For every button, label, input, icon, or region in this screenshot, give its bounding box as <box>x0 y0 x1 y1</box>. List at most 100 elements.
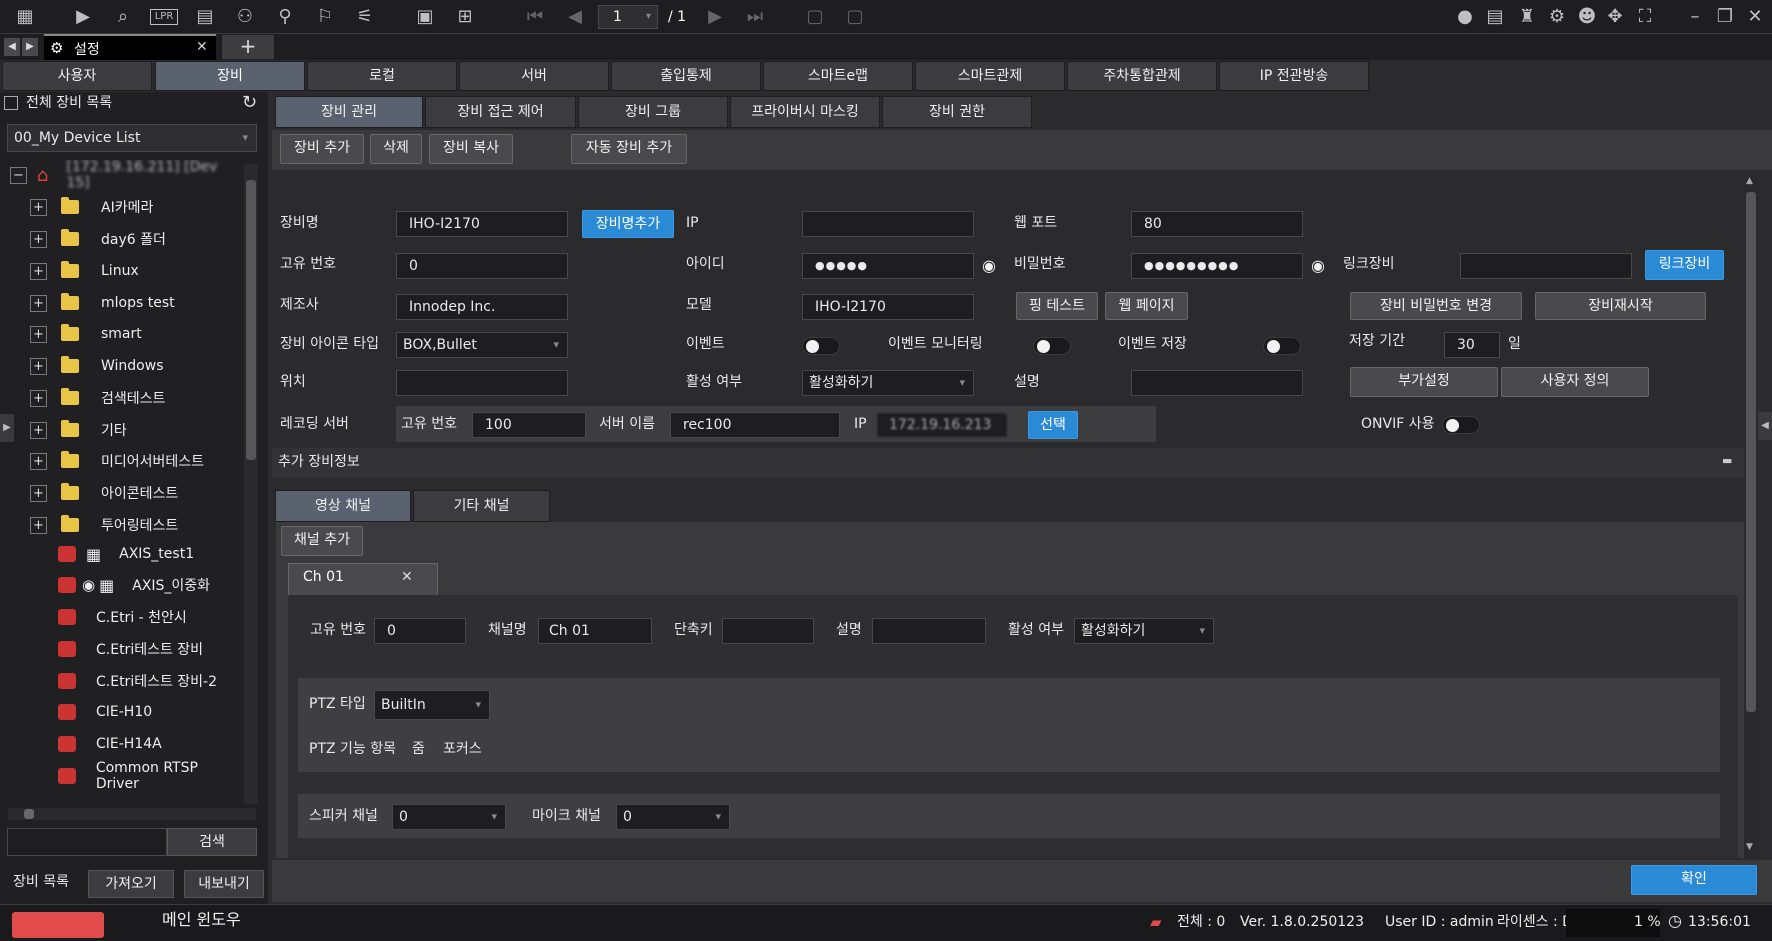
expand-icon[interactable]: + <box>30 325 47 343</box>
app-grid-icon[interactable]: ▦ <box>12 5 38 29</box>
copy-device-button[interactable]: 장비 복사 <box>429 134 513 164</box>
add-tab-button[interactable]: + <box>222 35 274 59</box>
device-name-input[interactable]: IHO-I2170 <box>396 211 568 237</box>
server-name-input[interactable]: rec100 <box>670 412 840 438</box>
event-save-toggle[interactable] <box>1263 337 1301 355</box>
broadcast-icon[interactable]: ⚟ <box>352 5 378 29</box>
ptz-type-select[interactable]: BuiltIn <box>374 690 490 720</box>
device-search-input[interactable] <box>7 828 167 856</box>
layout-icon[interactable]: ▣ <box>412 5 438 29</box>
next-page-icon[interactable]: ▶ <box>702 5 728 29</box>
collapse-right-panel-icon[interactable]: ◀ <box>1758 412 1772 440</box>
collapse-sidebar-icon[interactable]: ▶ <box>0 414 14 442</box>
sub-tab-0[interactable]: 장비 관리 <box>275 96 423 128</box>
chat-icon[interactable]: ● <box>1452 5 1478 29</box>
export-button[interactable]: 내보내기 <box>184 870 264 898</box>
ch-name-input[interactable]: Ch 01 <box>538 618 652 644</box>
ch-active-select[interactable]: 활성화하기 <box>1074 618 1214 644</box>
tree-scrollbar-thumb[interactable] <box>246 180 256 460</box>
ch-unique-input[interactable]: 0 <box>374 618 466 644</box>
minimize-icon[interactable]: – <box>1682 5 1708 29</box>
sub-tab-1[interactable]: 장비 접근 제어 <box>425 96 576 128</box>
rec-ip-input[interactable]: 172.19.16.213 <box>876 412 1008 438</box>
main-tab-5[interactable]: 스마트e맵 <box>763 61 913 91</box>
location-input[interactable] <box>396 370 568 396</box>
main-tab-2[interactable]: 로컬 <box>307 61 457 91</box>
change-password-button[interactable]: 장비 비밀번호 변경 <box>1350 292 1522 320</box>
expand-icon[interactable]: + <box>30 452 47 470</box>
tree-folder[interactable]: + 미디어서버테스트 <box>30 446 204 476</box>
playback-search-icon[interactable]: ⌕ <box>110 5 136 29</box>
show-id-eye-icon[interactable]: ◉ <box>978 255 1000 277</box>
tree-device[interactable]: C.Etri테스트 장비 <box>58 634 203 664</box>
expand-icon[interactable]: + <box>30 516 47 534</box>
tab-close-button[interactable]: ✕ <box>196 39 208 55</box>
tree-folder[interactable]: + 기타 <box>30 415 127 445</box>
tree-hscrollbar[interactable] <box>8 808 256 820</box>
ip-input[interactable] <box>802 211 974 237</box>
tree-device[interactable]: C.Etri테스트 장비-2 <box>58 666 217 696</box>
add-channel-button[interactable]: 채널 추가 <box>281 526 363 556</box>
schedule-icon[interactable]: ▤ <box>192 5 218 29</box>
main-tab-3[interactable]: 서버 <box>459 61 609 91</box>
scroll-down-icon[interactable]: ▼ <box>1746 842 1753 852</box>
unique-no-input[interactable]: 0 <box>396 253 568 279</box>
show-password-eye-icon[interactable]: ◉ <box>1307 255 1329 277</box>
main-tab-8[interactable]: IP 전관방송 <box>1219 61 1369 91</box>
tree-device[interactable]: ◉ ▦ AXIS_이중화 <box>58 570 210 600</box>
web-port-input[interactable]: 80 <box>1131 211 1303 237</box>
description-input[interactable] <box>1131 370 1303 396</box>
scroll-up-icon[interactable]: ▲ <box>1746 176 1753 186</box>
auto-add-device-button[interactable]: 자동 장비 추가 <box>571 134 687 164</box>
alert-indicator[interactable] <box>12 912 104 938</box>
device-list-select[interactable]: 00_My Device List <box>7 124 257 152</box>
sub-tab-2[interactable]: 장비 그룹 <box>578 96 728 128</box>
active-select[interactable]: 활성화하기 <box>802 370 974 396</box>
select-server-button[interactable]: 선택 <box>1028 411 1078 439</box>
add-screen-icon[interactable]: ⊞ <box>452 5 478 29</box>
link-device-button[interactable]: 링크장비 <box>1645 250 1724 280</box>
main-tab-4[interactable]: 출입통제 <box>611 61 761 91</box>
channel-tab-ch01[interactable]: Ch 01 ✕ <box>288 563 438 595</box>
expand-icon[interactable]: + <box>30 389 47 407</box>
all-devices-checkbox[interactable] <box>4 96 18 110</box>
confirm-button[interactable]: 확인 <box>1631 865 1757 895</box>
web-page-button[interactable]: 웹 페이지 <box>1105 292 1188 320</box>
search-button[interactable]: 검색 <box>167 828 257 856</box>
tree-device[interactable]: CIE-H10 <box>58 697 152 727</box>
content-scrollbar-thumb[interactable] <box>1746 192 1756 712</box>
id-input[interactable]: ●●●●● <box>802 253 974 279</box>
bike-icon[interactable]: ⚲ <box>272 5 298 29</box>
sub-tab-3[interactable]: 프라이버시 마스킹 <box>730 96 880 128</box>
tree-folder[interactable]: + 아이콘테스트 <box>30 478 178 508</box>
map-search-icon[interactable]: ⚐ <box>312 5 338 29</box>
sub-tab-4[interactable]: 장비 권한 <box>882 96 1032 128</box>
user-define-button[interactable]: 사용자 정의 <box>1501 367 1649 397</box>
close-icon[interactable]: ✕ <box>1742 5 1768 29</box>
fullscreen-icon[interactable]: ⛶ <box>1632 5 1658 29</box>
tree-device[interactable]: Common RTSP Driver <box>58 760 244 792</box>
tree-folder[interactable]: + AI카메라 <box>30 192 153 222</box>
extra-tab-0[interactable]: 영상 채널 <box>275 490 411 522</box>
expand-icon[interactable]: + <box>30 230 47 248</box>
expand-icon[interactable]: + <box>30 357 47 375</box>
icon-type-select[interactable]: BOX,Bullet <box>396 332 568 358</box>
device-name-add-button[interactable]: 장비명추가 <box>582 210 674 238</box>
expand-icon[interactable]: + <box>30 198 47 216</box>
expand-icon[interactable]: + <box>30 262 47 280</box>
manufacturer-input[interactable]: Innodep Inc. <box>396 294 568 320</box>
tree-hscrollbar-thumb[interactable] <box>24 809 34 819</box>
channel-tab-close-button[interactable]: ✕ <box>401 569 413 585</box>
monitor-settings-icon[interactable]: ▢ <box>842 5 868 29</box>
alarm-icon[interactable]: ♜ <box>1514 5 1540 29</box>
expand-icon[interactable]: + <box>30 484 47 502</box>
expand-icon[interactable]: + <box>30 421 47 439</box>
page-number-select[interactable]: 1 ▾ <box>598 5 658 29</box>
tab-scroll-right-icon[interactable]: ▶ <box>22 38 38 56</box>
tree-folder[interactable]: + Windows <box>30 351 164 381</box>
add-device-button[interactable]: 장비 추가 <box>280 134 364 164</box>
extra-settings-button[interactable]: 부가설정 <box>1350 367 1498 397</box>
monitor-icon[interactable]: ▢ <box>802 5 828 29</box>
tab-settings[interactable]: ⚙ 설정 ✕ <box>44 34 216 60</box>
delete-button[interactable]: 삭제 <box>370 134 422 164</box>
